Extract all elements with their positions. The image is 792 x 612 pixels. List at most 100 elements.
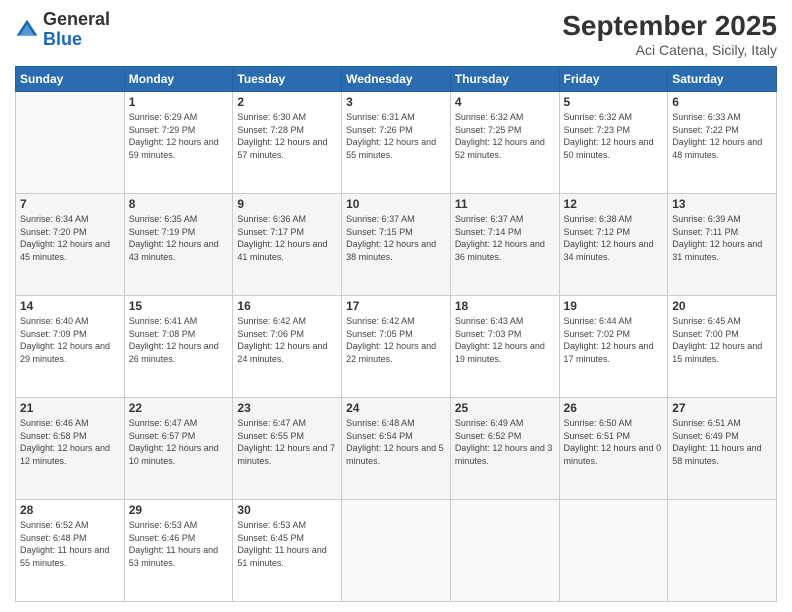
table-row: 12Sunrise: 6:38 AMSunset: 7:12 PMDayligh… — [559, 194, 668, 296]
day-info: Sunrise: 6:51 AMSunset: 6:49 PMDaylight:… — [672, 417, 772, 467]
table-row: 8 Sunrise: 6:35 AMSunset: 7:19 PMDaylight… — [124, 194, 233, 296]
day-info: Sunrise: 6:39 AMSunset: 7:11 PMDaylight:… — [672, 213, 772, 263]
day-number: 14 — [20, 299, 120, 313]
table-row — [16, 92, 125, 194]
table-row: 21 Sunrise: 6:46 AMSunset: 6:58 PMDayligh… — [16, 398, 125, 500]
day-number: 10 — [346, 197, 446, 211]
calendar-week-row: 7Sunrise: 6:34 AMSunset: 7:20 PMDaylight… — [16, 194, 777, 296]
table-row: 13Sunrise: 6:39 AMSunset: 7:11 PMDayligh… — [668, 194, 777, 296]
table-row — [668, 500, 777, 602]
calendar-table: Sunday Monday Tuesday Wednesday Thursday… — [15, 66, 777, 602]
table-row: 29 Sunrise: 6:53 AMSunset: 6:46 PMDayligh… — [124, 500, 233, 602]
day-number: 4 — [455, 95, 555, 109]
day-info: Sunrise: 6:29 AMSunset: 7:29 PMDaylight:… — [129, 111, 229, 161]
day-info: Sunrise: 6:52 AMSunset: 6:48 PMDaylight:… — [20, 519, 120, 569]
table-row: 22Sunrise: 6:47 AMSunset: 6:57 PMDayligh… — [124, 398, 233, 500]
day-info: Sunrise: 6:43 AMSunset: 7:03 PMDaylight:… — [455, 315, 555, 365]
table-row: 26 Sunrise: 6:50 AMSunset: 6:51 PMDayligh… — [559, 398, 668, 500]
day-info: Sunrise: 6:40 AMSunset: 7:09 PMDaylight:… — [20, 315, 120, 365]
day-number: 25 — [455, 401, 555, 415]
day-info: Sunrise: 6:34 AMSunset: 7:20 PMDaylight:… — [20, 213, 120, 263]
table-row: 15 Sunrise: 6:41 AMSunset: 7:08 PMDayligh… — [124, 296, 233, 398]
table-row: 27 Sunrise: 6:51 AMSunset: 6:49 PMDayligh… — [668, 398, 777, 500]
day-info: Sunrise: 6:32 AMSunset: 7:23 PMDaylight:… — [564, 111, 664, 161]
logo-blue-text: Blue — [43, 29, 82, 49]
day-info: Sunrise: 6:33 AMSunset: 7:22 PMDaylight:… — [672, 111, 772, 161]
table-row: 17Sunrise: 6:42 AMSunset: 7:05 PMDayligh… — [342, 296, 451, 398]
day-number: 2 — [237, 95, 337, 109]
day-info: Sunrise: 6:47 AMSunset: 6:55 PMDaylight:… — [237, 417, 337, 467]
day-info: Sunrise: 6:37 AMSunset: 7:15 PMDaylight:… — [346, 213, 446, 263]
day-number: 30 — [237, 503, 337, 517]
table-row: 2 Sunrise: 6:30 AMSunset: 7:28 PMDaylight… — [233, 92, 342, 194]
day-info: Sunrise: 6:50 AMSunset: 6:51 PMDaylight:… — [564, 417, 664, 467]
calendar-week-row: 1Sunrise: 6:29 AMSunset: 7:29 PMDaylight… — [16, 92, 777, 194]
title-block: September 2025 Aci Catena, Sicily, Italy — [562, 10, 777, 58]
table-row: 19 Sunrise: 6:44 AMSunset: 7:02 PMDayligh… — [559, 296, 668, 398]
calendar-week-row: 14 Sunrise: 6:40 AMSunset: 7:09 PMDayligh… — [16, 296, 777, 398]
table-row: 28 Sunrise: 6:52 AMSunset: 6:48 PMDayligh… — [16, 500, 125, 602]
table-row: 10 Sunrise: 6:37 AMSunset: 7:15 PMDayligh… — [342, 194, 451, 296]
day-info: Sunrise: 6:32 AMSunset: 7:25 PMDaylight:… — [455, 111, 555, 161]
table-row: 18 Sunrise: 6:43 AMSunset: 7:03 PMDayligh… — [450, 296, 559, 398]
table-row: 7Sunrise: 6:34 AMSunset: 7:20 PMDaylight… — [16, 194, 125, 296]
day-number: 22 — [129, 401, 229, 415]
table-row — [450, 500, 559, 602]
table-row: 24Sunrise: 6:48 AMSunset: 6:54 PMDayligh… — [342, 398, 451, 500]
day-number: 19 — [564, 299, 664, 313]
header-thursday: Thursday — [450, 67, 559, 92]
table-row: 5 Sunrise: 6:32 AMSunset: 7:23 PMDaylight… — [559, 92, 668, 194]
day-info: Sunrise: 6:45 AMSunset: 7:00 PMDaylight:… — [672, 315, 772, 365]
day-info: Sunrise: 6:37 AMSunset: 7:14 PMDaylight:… — [455, 213, 555, 263]
day-number: 9 — [237, 197, 337, 211]
table-row: 9 Sunrise: 6:36 AMSunset: 7:17 PMDaylight… — [233, 194, 342, 296]
day-info: Sunrise: 6:49 AMSunset: 6:52 PMDaylight:… — [455, 417, 555, 467]
table-row: 16Sunrise: 6:42 AMSunset: 7:06 PMDayligh… — [233, 296, 342, 398]
page: General Blue September 2025 Aci Catena, … — [0, 0, 792, 612]
header-wednesday: Wednesday — [342, 67, 451, 92]
day-number: 18 — [455, 299, 555, 313]
header-friday: Friday — [559, 67, 668, 92]
header-sunday: Sunday — [16, 67, 125, 92]
table-row: 11Sunrise: 6:37 AMSunset: 7:14 PMDayligh… — [450, 194, 559, 296]
month-title: September 2025 — [562, 10, 777, 42]
calendar-header-row: Sunday Monday Tuesday Wednesday Thursday… — [16, 67, 777, 92]
day-number: 21 — [20, 401, 120, 415]
table-row: 20 Sunrise: 6:45 AMSunset: 7:00 PMDayligh… — [668, 296, 777, 398]
logo-general-text: General — [43, 9, 110, 29]
day-info: Sunrise: 6:35 AMSunset: 7:19 PMDaylight:… — [129, 213, 229, 263]
location-subtitle: Aci Catena, Sicily, Italy — [562, 42, 777, 58]
table-row — [559, 500, 668, 602]
table-row: 1Sunrise: 6:29 AMSunset: 7:29 PMDaylight… — [124, 92, 233, 194]
day-info: Sunrise: 6:41 AMSunset: 7:08 PMDaylight:… — [129, 315, 229, 365]
day-number: 26 — [564, 401, 664, 415]
day-info: Sunrise: 6:46 AMSunset: 6:58 PMDaylight:… — [20, 417, 120, 467]
day-info: Sunrise: 6:44 AMSunset: 7:02 PMDaylight:… — [564, 315, 664, 365]
logo: General Blue — [15, 10, 110, 50]
day-number: 27 — [672, 401, 772, 415]
day-info: Sunrise: 6:53 AMSunset: 6:45 PMDaylight:… — [237, 519, 337, 569]
day-info: Sunrise: 6:31 AMSunset: 7:26 PMDaylight:… — [346, 111, 446, 161]
day-number: 29 — [129, 503, 229, 517]
day-number: 3 — [346, 95, 446, 109]
day-info: Sunrise: 6:48 AMSunset: 6:54 PMDaylight:… — [346, 417, 446, 467]
table-row: 25 Sunrise: 6:49 AMSunset: 6:52 PMDayligh… — [450, 398, 559, 500]
calendar-week-row: 21 Sunrise: 6:46 AMSunset: 6:58 PMDayligh… — [16, 398, 777, 500]
table-row: 14 Sunrise: 6:40 AMSunset: 7:09 PMDayligh… — [16, 296, 125, 398]
logo-icon — [15, 18, 39, 42]
day-number: 6 — [672, 95, 772, 109]
header-saturday: Saturday — [668, 67, 777, 92]
day-number: 8 — [129, 197, 229, 211]
calendar-week-row: 28 Sunrise: 6:52 AMSunset: 6:48 PMDayligh… — [16, 500, 777, 602]
table-row: 23Sunrise: 6:47 AMSunset: 6:55 PMDayligh… — [233, 398, 342, 500]
day-number: 5 — [564, 95, 664, 109]
table-row: 3 Sunrise: 6:31 AMSunset: 7:26 PMDaylight… — [342, 92, 451, 194]
header-monday: Monday — [124, 67, 233, 92]
day-info: Sunrise: 6:30 AMSunset: 7:28 PMDaylight:… — [237, 111, 337, 161]
day-info: Sunrise: 6:53 AMSunset: 6:46 PMDaylight:… — [129, 519, 229, 569]
day-info: Sunrise: 6:36 AMSunset: 7:17 PMDaylight:… — [237, 213, 337, 263]
day-number: 20 — [672, 299, 772, 313]
header: General Blue September 2025 Aci Catena, … — [15, 10, 777, 58]
day-number: 15 — [129, 299, 229, 313]
day-number: 28 — [20, 503, 120, 517]
